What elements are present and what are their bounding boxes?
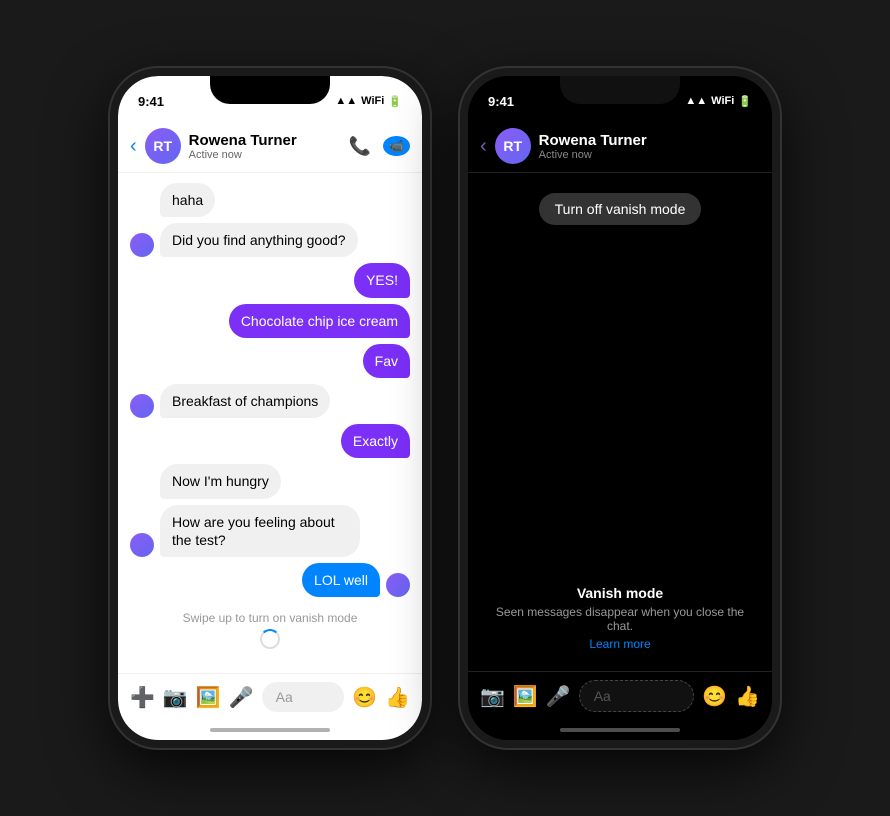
message-input-light[interactable]: Aa <box>262 682 345 712</box>
light-phone: 9:41 ▲▲ WiFi 🔋 ‹ RT Rowena Turner <box>110 68 430 748</box>
vanish-info: Vanish mode Seen messages disappear when… <box>468 585 772 651</box>
vanish-learn-more[interactable]: Learn more <box>488 637 752 651</box>
bubble-choc: Chocolate chip ice cream <box>229 304 410 338</box>
status-time-dark: 9:41 <box>488 94 514 109</box>
add-button[interactable]: ➕ <box>130 685 155 710</box>
chat-toolbar-dark: 📷 🖼️ 🎤 Aa 😊 👍 <box>468 671 772 720</box>
emoji-button-dark[interactable]: 😊 <box>702 684 727 709</box>
chat-header-dark: ‹ RT Rowena Turner Active now <box>468 120 772 173</box>
back-button-light[interactable]: ‹ <box>130 135 137 158</box>
status-icons-light: ▲▲ WiFi 🔋 <box>335 95 402 108</box>
camera-button-dark[interactable]: 📷 <box>480 684 505 709</box>
bubble-fav: Fav <box>363 344 410 378</box>
contact-name-light: Rowena Turner <box>189 132 341 149</box>
contact-avatar-light: RT <box>145 128 181 164</box>
bubble-lol: LOL well <box>302 563 380 597</box>
message-test: How are you feeling about the test? <box>130 505 410 557</box>
notch-dark <box>560 76 680 104</box>
bubble-haha: haha <box>160 183 215 217</box>
messages-area-light: haha Did you find anything good? YES! Ch… <box>118 173 422 673</box>
message-exactly: Exactly <box>130 424 410 458</box>
message-choc: Chocolate chip ice cream <box>130 304 410 338</box>
header-actions-light: 📞 📹 <box>349 136 410 157</box>
contact-name-dark: Rowena Turner <box>539 132 760 149</box>
vanish-hint-text: Swipe up to turn on vanish mode <box>183 611 358 625</box>
home-indicator-dark <box>468 720 772 740</box>
message-haha: haha <box>130 183 410 217</box>
bubble-breakfast: Breakfast of champions <box>160 384 330 418</box>
status-icons-dark: ▲▲ WiFi 🔋 <box>685 95 752 108</box>
mic-button-dark[interactable]: 🎤 <box>546 684 571 709</box>
vanish-title: Vanish mode <box>488 585 752 601</box>
call-icon[interactable]: 📞 <box>349 136 371 157</box>
bubble-exactly: Exactly <box>341 424 410 458</box>
dark-phone: 9:41 ▲▲ WiFi 🔋 ‹ RT Rowena Turner <box>460 68 780 748</box>
video-icon[interactable]: 📹 <box>383 136 410 156</box>
emoji-button-light[interactable]: 😊 <box>352 685 377 710</box>
bubble-yes: YES! <box>354 263 410 297</box>
chat-toolbar-light: ➕ 📷 🖼️ 🎤 Aa 😊 👍 <box>118 673 422 720</box>
vanish-desc: Seen messages disappear when you close t… <box>488 605 752 633</box>
sender-avatar-3 <box>130 533 154 557</box>
bubble-find-anything: Did you find anything good? <box>160 223 358 257</box>
camera-button[interactable]: 📷 <box>163 685 188 710</box>
message-lol: LOL well <box>130 563 410 597</box>
self-avatar <box>386 573 410 597</box>
vanish-mode-area: Turn off vanish mode Vanish mode Seen me… <box>468 173 772 671</box>
message-breakfast: Breakfast of champions <box>130 384 410 418</box>
home-bar-dark <box>560 728 680 732</box>
home-bar-light <box>210 728 330 732</box>
image-button-dark[interactable]: 🖼️ <box>513 684 538 709</box>
message-find-anything: Did you find anything good? <box>130 223 410 257</box>
like-button-light[interactable]: 👍 <box>385 685 410 710</box>
sender-avatar-2 <box>130 394 154 418</box>
home-indicator-light <box>118 720 422 740</box>
vanish-hint: Swipe up to turn on vanish mode <box>130 603 410 657</box>
back-button-dark[interactable]: ‹ <box>480 135 487 158</box>
notch <box>210 76 330 104</box>
image-button[interactable]: 🖼️ <box>196 685 221 710</box>
contact-status-dark: Active now <box>539 149 760 161</box>
bubble-test: How are you feeling about the test? <box>160 505 360 557</box>
bubble-hungry: Now I'm hungry <box>160 464 281 498</box>
mic-button[interactable]: 🎤 <box>229 685 254 710</box>
like-button-dark[interactable]: 👍 <box>735 684 760 709</box>
contact-avatar-dark: RT <box>495 128 531 164</box>
vanish-spinner <box>260 629 280 649</box>
contact-status-light: Active now <box>189 149 341 161</box>
header-info-light: Rowena Turner Active now <box>189 132 341 161</box>
header-info-dark: Rowena Turner Active now <box>539 132 760 161</box>
turn-off-vanish-button[interactable]: Turn off vanish mode <box>539 193 702 225</box>
message-hungry: Now I'm hungry <box>130 464 410 498</box>
message-input-dark[interactable]: Aa <box>579 680 694 712</box>
message-fav: Fav <box>130 344 410 378</box>
status-time-light: 9:41 <box>138 94 164 109</box>
sender-avatar-1 <box>130 233 154 257</box>
chat-header-light: ‹ RT Rowena Turner Active now 📞 📹 <box>118 120 422 173</box>
message-yes: YES! <box>130 263 410 297</box>
